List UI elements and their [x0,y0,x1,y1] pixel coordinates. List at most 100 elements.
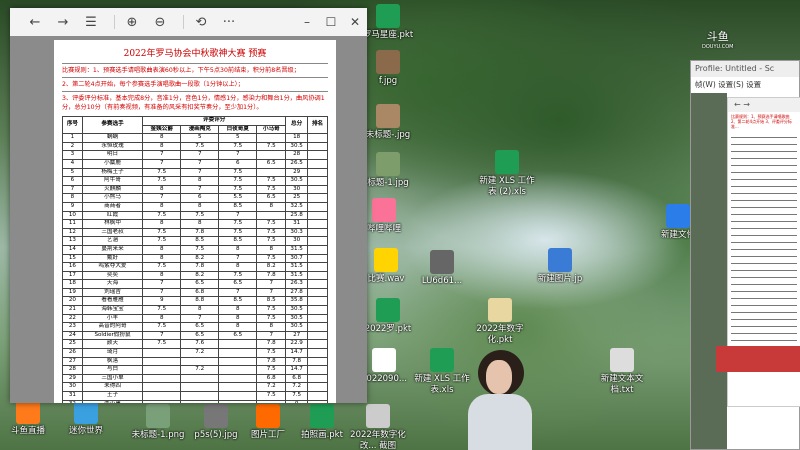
table-cell: 8.8 [180,296,220,307]
desktop-icon[interactable]: p5s(5).jpg [188,404,244,441]
table-row: 16 鸣紫夺大爱 7.5 7.8 8 8.2 31.5 [62,262,328,272]
maximize-button[interactable]: ☐ [319,15,343,29]
desktop-icon[interactable]: 罗马星座.pkt [360,4,416,41]
desktop-icon[interactable]: f.jpg [360,50,416,87]
nested-table-row [731,229,797,236]
table-cell: 7.5 [142,227,182,238]
column-header: 白夜哥夏 [218,124,258,135]
table-cell: 22 [62,313,83,324]
view-mode-icon[interactable]: ☰ [80,15,102,30]
nested-viewer-toolbar[interactable]: ← → [728,98,800,112]
desktop-icon[interactable]: 2022年数字化.pkt [472,298,528,346]
document-canvas[interactable]: 2022年罗马协会中秋歌神大赛 预赛 比赛规则：1、预赛选手请唱歌曲表演60秒以… [10,36,367,403]
table-cell: 20 [62,296,83,307]
table-row: 2 永恒玫瑰 8 7.5 7.5 7.5 30.5 [62,141,328,152]
table-cell: 22.9 [285,339,309,350]
table-cell [218,382,258,392]
table-cell: 7.5 [142,262,182,272]
zoom-in-icon[interactable]: ⊕ [121,15,143,30]
table-cell: 8.5 [218,236,258,246]
desktop-icon-label: p5s(5).jpg [194,430,238,440]
table-cell [180,399,220,403]
desktop-icon[interactable]: 2022年数字化改... 截图 [348,404,408,450]
table-row: 1 蜗蜗 8 5 5 18 [62,133,328,143]
forward-icon[interactable]: → [52,15,74,30]
desktop-icon[interactable]: 标题-1.jpg [360,152,416,189]
nested-table-row [731,152,797,159]
table-cell: 永恒玫瑰 [81,141,144,152]
table-cell: 17 [62,270,83,281]
table-row: 15 戴好 8 8.2 7 7.5 30.7 [62,253,328,264]
table-row: 17 奕奕 8 8.2 7.5 7.8 31.5 [62,270,328,281]
desktop-icon-label: 新建 XLS 工作表 (2).xls [479,176,535,197]
table-cell: 7.5 [218,270,258,281]
nested-table-row [731,306,797,313]
table-cell: 8.5 [218,201,258,212]
desktop-icon[interactable]: 迷你世界 [58,400,114,437]
table-cell: 19 [62,287,83,298]
table-cell: 5 [62,167,83,178]
table-cell: 7.5 [256,253,287,264]
minimize-button[interactable]: – [295,15,319,29]
table-cell: 9 [62,201,83,212]
desktop-icon[interactable]: LU6d61... [414,250,470,287]
desktop-icon[interactable]: 拍照画.pkt [294,404,350,441]
desktop-icon[interactable]: 斗鱼直播 [0,400,56,437]
table-cell: 7.2 [256,382,287,392]
image-file-icon [376,104,400,128]
table-cell: 8 [142,219,182,229]
table-cell [142,382,182,392]
folder-icon [488,298,512,322]
desktop-icon[interactable]: 未标题-1.png [130,404,186,441]
table-cell: 7.5 [142,339,182,350]
desktop-icon-label: 新建文本文档.txt [600,374,644,395]
profile-window-menu[interactable]: 帧(W) 设置(S) 设置 [691,77,799,91]
table-cell: 5.5 [218,193,258,203]
table-row: 7 火麒麟 8 7 7.5 7.5 30 [62,184,328,195]
table-cell: 9 [142,296,182,307]
table-cell: 6.8 [180,287,220,298]
table-cell [180,391,220,401]
table-cell: 6.8 [285,373,309,384]
table-cell: 7.5 [256,219,287,229]
table-cell: 王子 [81,391,144,401]
desktop-icon[interactable]: 图片工厂 [240,404,296,441]
nested-rule-text: 比赛规则：1、预赛选手请唱歌曲 2、第二轮4点开始 3、评委评分标准... [731,114,792,129]
desktop-icon[interactable]: 新建 XLS 工作表 (2).xls [476,150,538,198]
table-cell: 8 [218,305,258,315]
more-icon[interactable]: ··· [218,15,240,30]
table-cell: 29 [285,167,309,178]
zoom-out-icon[interactable]: ⊖ [149,15,171,30]
back-icon[interactable]: ← [24,15,46,30]
desktop-icon[interactable]: 未标题-.jpg [360,104,416,141]
nested-table-row [731,215,797,222]
table-row: 23 高音的阿哥 7.5 6.5 8 8 30.5 [62,322,328,332]
table-cell: 7.6 [180,339,220,350]
table-cell: 7.5 [180,141,220,152]
table-cell: 7 [142,287,182,298]
column-header: 参赛选手 [81,115,144,135]
table-cell-place [307,348,328,358]
table-cell: 7.5 [256,236,287,246]
desktop-icon[interactable]: 新建 XLS 工作表.xls [414,348,470,396]
table-cell: 8.2 [256,262,287,272]
table-row: 10 红霞 7.5 7.5 7 25.8 [62,210,328,221]
desktop-icon[interactable]: 2022罗.pkt [360,298,416,335]
table-cell [218,391,258,401]
table-cell-place [307,322,328,332]
table-cell: 8.2 [180,253,220,264]
nested-table-row [731,257,797,264]
table-cell-place [307,167,328,178]
rotate-icon[interactable]: ⟲ [190,15,212,30]
desktop-icon[interactable]: 新建文本文档.txt [594,348,650,396]
table-cell-place [307,365,328,375]
woman-face [486,360,512,394]
table-cell: 8 [142,253,182,264]
desktop-icon[interactable]: 新建图片.jp [532,248,588,285]
red-banner [716,346,800,372]
table-cell [256,399,287,403]
table-cell: 商商者 [81,201,144,212]
desktop-icon-label: 新建 XLS 工作表.xls [414,374,470,395]
close-button[interactable]: ✕ [343,15,367,29]
spreadsheet-icon [495,150,519,174]
